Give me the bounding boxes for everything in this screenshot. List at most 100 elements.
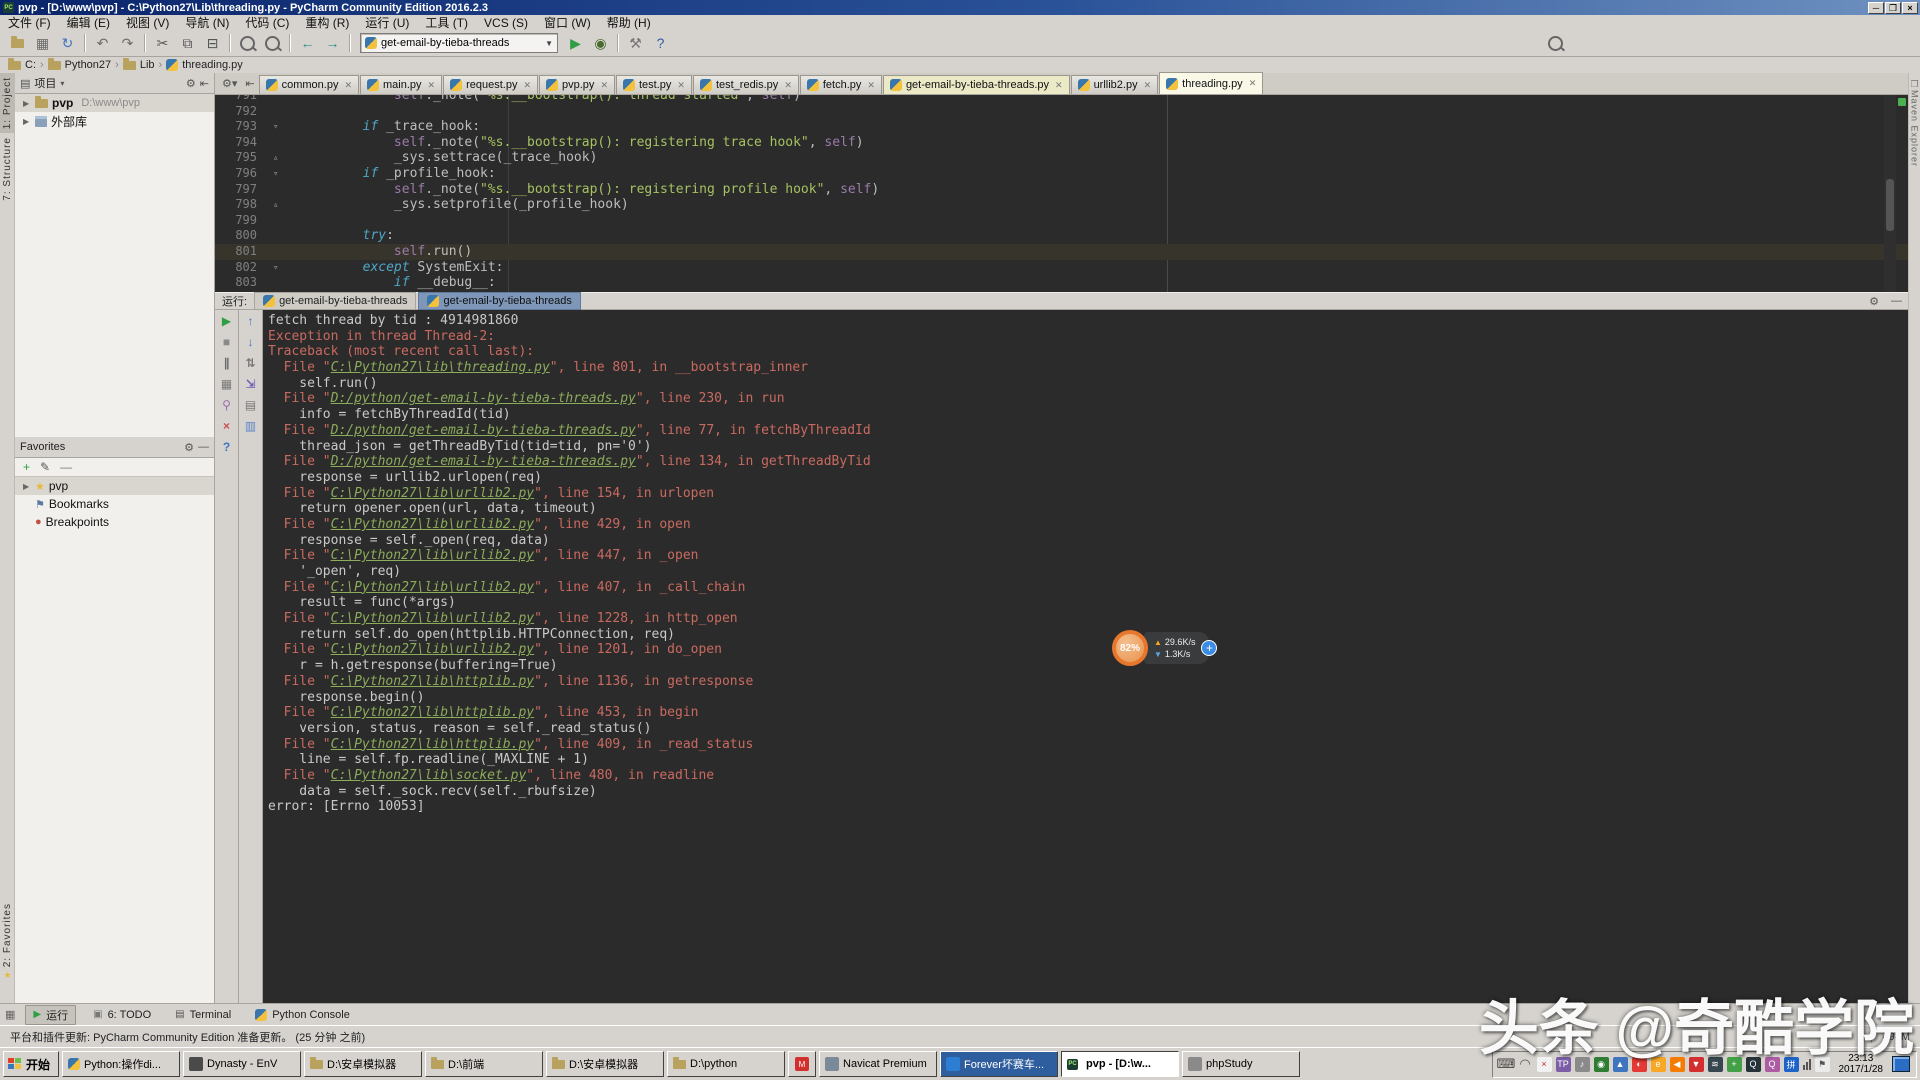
expand-arrow-icon[interactable]: ▶ — [23, 482, 31, 491]
traceback-link[interactable]: D:/python/get-email-by-tieba-threads.py — [331, 391, 636, 406]
rerun-icon[interactable]: ▶ — [215, 310, 238, 331]
pin-icon[interactable]: ⚲ — [215, 394, 238, 415]
toolwindow-button-运行[interactable]: ▶运行 — [25, 1005, 76, 1025]
editor-tab-get-email-by-tieba-threads.py[interactable]: get-email-by-tieba-threads.py✕ — [883, 75, 1070, 94]
traceback-link[interactable]: C:\Python27\lib\threading.py — [331, 360, 550, 375]
traceback-link[interactable]: C:\Python27\lib\httplib.py — [331, 737, 535, 752]
menu-item[interactable]: 编辑 (E) — [59, 14, 118, 31]
inspection-status-icon[interactable] — [1898, 98, 1906, 106]
fold-marker-icon[interactable]: ▿ — [273, 167, 278, 183]
remove-icon[interactable]: — — [60, 460, 72, 474]
run-icon[interactable]: ▶ — [563, 32, 588, 54]
paste-icon[interactable]: ⊟ — [200, 32, 225, 54]
favorites-item-pvp[interactable]: ▶★pvp — [15, 477, 214, 495]
forward-icon[interactable]: → — [320, 32, 345, 54]
minimize-button[interactable]: ─ — [1868, 2, 1884, 14]
toolwindow-button-Terminal[interactable]: ▤Terminal — [168, 1008, 238, 1022]
gear-icon[interactable]: ⚙ — [184, 441, 194, 454]
right-stripe-button[interactable]: Maven Explorer — [1910, 90, 1920, 167]
menu-item[interactable]: 视图 (V) — [118, 14, 177, 31]
save-icon[interactable]: ▦ — [30, 32, 55, 54]
menu-item[interactable]: 帮助 (H) — [599, 14, 659, 31]
traceback-link[interactable]: C:\Python27\lib\urllib2.py — [331, 642, 535, 657]
traceback-link[interactable]: D:/python/get-email-by-tieba-threads.py — [331, 454, 636, 469]
taskbar-app-button-Navicat Premium[interactable]: Navicat Premium — [819, 1051, 937, 1077]
traceback-link[interactable]: C:\Python27\lib\urllib2.py — [331, 517, 535, 532]
fold-marker-icon[interactable]: ▵ — [273, 198, 278, 214]
favorites-item-Breakpoints[interactable]: ●Breakpoints — [15, 513, 214, 531]
chevron-down-icon[interactable]: ▾ — [60, 79, 64, 88]
tab-close-icon[interactable]: ✕ — [428, 80, 436, 91]
traceback-link[interactable]: C:\Python27\lib\urllib2.py — [331, 611, 535, 626]
favorites-panel-title[interactable]: Favorites — [20, 441, 65, 453]
tab-close-icon[interactable]: ✕ — [1055, 80, 1063, 91]
menu-item[interactable]: 运行 (U) — [357, 14, 417, 31]
tab-close-icon[interactable]: ✕ — [344, 80, 352, 91]
down-stack-icon[interactable]: ↓ — [239, 331, 262, 352]
hide-panel-icon[interactable]: ⇤ — [200, 77, 209, 90]
toolwindow-button-Python Console[interactable]: Python Console — [248, 1008, 357, 1022]
scrollbar-thumb[interactable] — [1886, 179, 1894, 231]
fold-marker-icon[interactable]: ▿ — [273, 120, 278, 136]
breadcrumb-item[interactable]: Lib — [123, 59, 155, 71]
menu-item[interactable]: VCS (S) — [476, 16, 536, 30]
code-line-800[interactable]: 800 try: — [215, 228, 1908, 244]
undo-icon[interactable]: ↶ — [90, 32, 115, 54]
tool-window-switcher-icon[interactable]: ▦ — [5, 1008, 15, 1021]
tree-item-pvp[interactable]: ▶pvpD:\www\pvp — [15, 94, 214, 112]
run-tab[interactable]: get-email-by-tieba-threads — [418, 292, 580, 310]
traceback-link[interactable]: C:\Python27\lib\urllib2.py — [331, 486, 535, 501]
find-icon[interactable] — [235, 32, 260, 54]
menu-item[interactable]: 工具 (T) — [417, 14, 476, 31]
traceback-link[interactable]: C:\Python27\lib\httplib.py — [331, 674, 535, 689]
traceback-link[interactable]: C:\Python27\lib\httplib.py — [331, 705, 535, 720]
help-icon[interactable]: ? — [215, 436, 238, 457]
tab-close-icon[interactable]: ✕ — [784, 80, 792, 91]
copy-icon[interactable]: ⧉ — [175, 32, 200, 54]
code-line-793[interactable]: 793▿ if _trace_hook: — [215, 119, 1908, 135]
editor-tab-request.py[interactable]: request.py✕ — [443, 75, 538, 94]
traceback-link[interactable]: C:\Python27\lib\urllib2.py — [331, 548, 535, 563]
taskbar-app-button-D:\前端[interactable]: D:\前端 — [425, 1051, 543, 1077]
debug-bug-icon[interactable]: ◉ — [588, 32, 613, 54]
network-monitor-widget[interactable]: 82% ▲29.6K/s ▼1.3K/s + — [1112, 629, 1217, 667]
import-icon[interactable]: ⇲ — [239, 373, 262, 394]
taskbar-app-button[interactable]: M — [788, 1051, 816, 1077]
tab-close-icon[interactable]: ✕ — [600, 80, 608, 91]
traceback-link[interactable]: C:\Python27\lib\socket.py — [331, 768, 527, 783]
tab-close-icon[interactable]: ✕ — [523, 80, 531, 91]
project-panel-title[interactable]: 项目 — [34, 75, 56, 91]
editor-tab-common.py[interactable]: common.py✕ — [259, 75, 359, 94]
toolwindow-button-6: TODO[interactable]: ▣6: TODO — [86, 1008, 158, 1022]
breadcrumb-item[interactable]: C: — [8, 59, 36, 71]
pause-icon[interactable]: ∥ — [215, 352, 238, 373]
back-icon[interactable]: ← — [295, 32, 320, 54]
code-editor[interactable]: 791 self._note("%s.__bootstrap(): thread… — [215, 95, 1908, 292]
tab-close-icon[interactable]: ✕ — [1249, 78, 1257, 89]
editor-tab-threading.py[interactable]: threading.py✕ — [1159, 72, 1263, 94]
breadcrumb-item[interactable]: threading.py — [166, 59, 243, 71]
breadcrumb-item[interactable]: Python27 — [48, 59, 111, 71]
taskbar-app-button-Python:操作di...[interactable]: Python:操作di... — [62, 1051, 180, 1077]
maximize-button[interactable]: ❐ — [1885, 2, 1901, 14]
editor-tab-pvp.py[interactable]: pvp.py✕ — [539, 75, 615, 94]
sync-icon[interactable]: ↻ — [55, 32, 80, 54]
fold-marker-icon[interactable]: ▿ — [273, 261, 278, 277]
code-line-799[interactable]: 799 — [215, 213, 1908, 229]
stop-icon[interactable]: ■ — [215, 331, 238, 352]
code-line-803[interactable]: 803 if __debug__: — [215, 275, 1908, 291]
traceback-link[interactable]: D:/python/get-email-by-tieba-threads.py — [331, 423, 636, 438]
code-line-797[interactable]: 797 self._note("%s.__bootstrap(): regist… — [215, 182, 1908, 198]
replace-icon[interactable] — [260, 32, 285, 54]
jump-stack-icon[interactable]: ⇅ — [239, 352, 262, 373]
code-line-796[interactable]: 796▿ if _profile_hook: — [215, 166, 1908, 182]
stripe-button[interactable]: 1: Project — [0, 73, 15, 133]
code-line-791[interactable]: 791 self._note("%s.__bootstrap(): thread… — [215, 95, 1908, 104]
stripe-button[interactable]: 7: Structure — [0, 133, 15, 205]
editor-scrollbar[interactable] — [1884, 95, 1896, 292]
code-line-801[interactable]: 801 self.run() — [215, 244, 1908, 260]
tabs-options-icon[interactable]: ⚙▾ — [218, 77, 241, 90]
settings-icon[interactable]: ⚒ — [623, 32, 648, 54]
open-icon[interactable] — [5, 32, 30, 54]
add-icon[interactable]: + — [1201, 640, 1217, 656]
